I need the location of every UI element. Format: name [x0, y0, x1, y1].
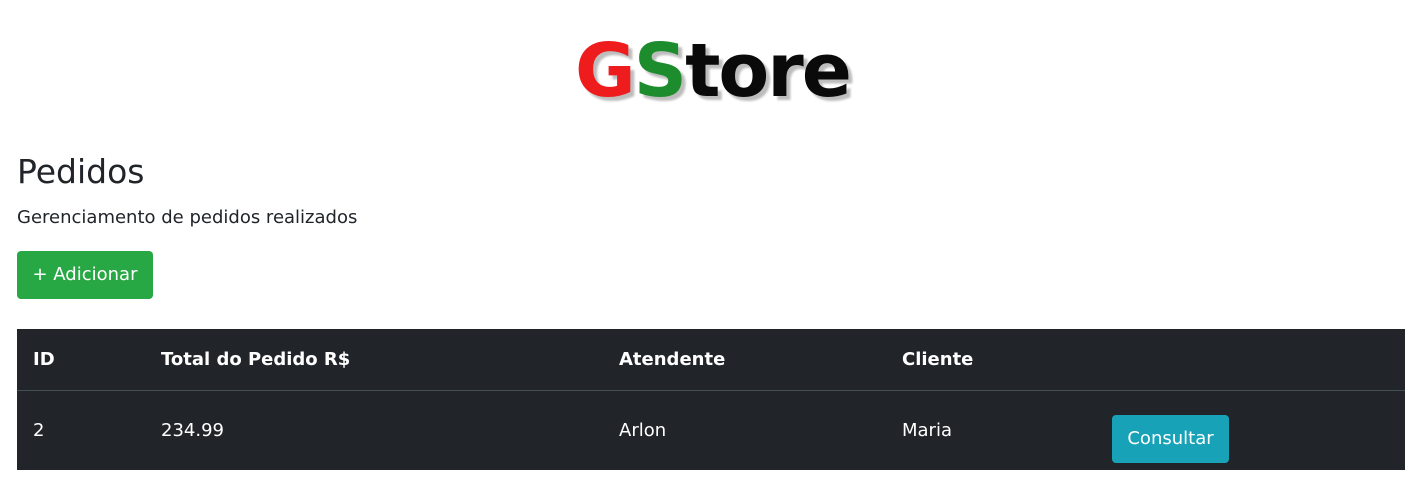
table-row: 2 234.99 Arlon Maria Consultar: [17, 391, 1405, 470]
header-actions: [1112, 329, 1405, 391]
logo-letter-g: G: [575, 28, 636, 114]
orders-page: GStore Pedidos Gerenciamento de pedidos …: [0, 0, 1425, 497]
page-title: Pedidos: [17, 152, 145, 191]
header-atendente: Atendente: [619, 329, 902, 391]
table-header-row: ID Total do Pedido R$ Atendente Cliente: [17, 329, 1405, 391]
header-id: ID: [17, 329, 161, 391]
cell-id: 2: [33, 419, 45, 441]
header-total: Total do Pedido R$: [161, 329, 619, 391]
logo-text-rest: tore: [685, 28, 852, 114]
logo-letter-s: S: [633, 28, 687, 114]
add-order-button[interactable]: + Adicionar: [17, 251, 153, 299]
cell-atendente: Arlon: [619, 419, 667, 441]
header-cliente: Cliente: [902, 329, 1112, 391]
consult-button[interactable]: Consultar: [1112, 414, 1229, 463]
gstore-logo: GStore: [0, 30, 1425, 112]
cell-cliente: Maria: [902, 419, 952, 441]
cell-total: 234.99: [161, 419, 224, 441]
page-subtitle: Gerenciamento de pedidos realizados: [17, 207, 358, 228]
orders-table: ID Total do Pedido R$ Atendente Cliente …: [17, 329, 1405, 470]
